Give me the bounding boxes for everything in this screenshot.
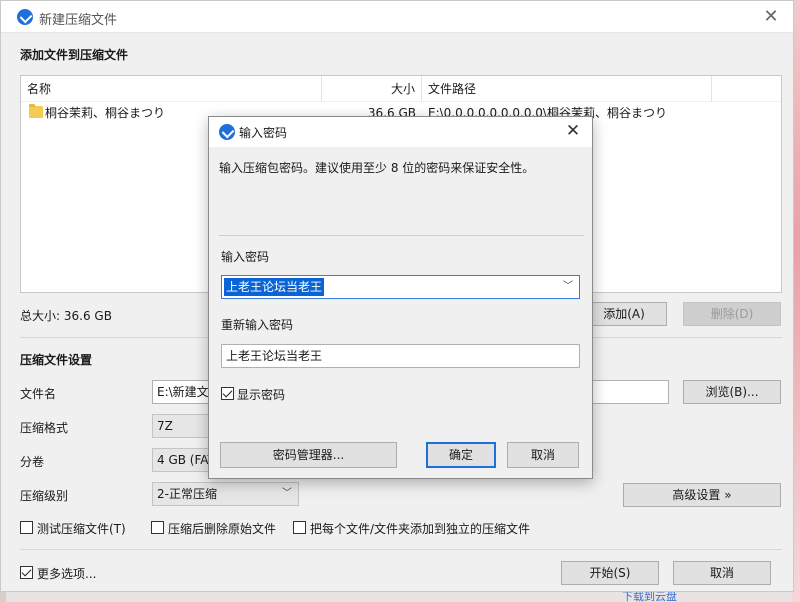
column-path[interactable]: 文件路径 — [422, 76, 712, 102]
add-button[interactable]: 添加(A) — [581, 302, 667, 326]
password-value: 上老王论坛当老王 — [224, 278, 325, 296]
add-files-heading: 添加文件到压缩文件 — [20, 48, 129, 62]
chevron-down-icon: ﹀ — [282, 488, 292, 499]
test-archive-label: 测试压缩文件(T) — [37, 522, 126, 536]
app-logo-icon — [219, 124, 235, 140]
split-label: 分卷 — [20, 455, 45, 469]
password-dialog: 输入密码 ✕ 输入压缩包密码。建议使用至少 8 位的密码来保证安全性。 输入密码… — [208, 116, 593, 479]
more-options-checkbox[interactable] — [20, 566, 33, 579]
dialog-cancel-button[interactable]: 取消 — [507, 442, 579, 468]
folder-icon — [29, 104, 43, 118]
separate-archives-label: 把每个文件/文件夹添加到独立的压缩文件 — [310, 522, 531, 536]
main-cancel-button[interactable]: 取消 — [673, 561, 771, 585]
show-password-label: 显示密码 — [237, 388, 286, 402]
dialog-titlebar: 输入密码 ✕ — [209, 117, 592, 147]
test-archive-checkbox[interactable] — [20, 521, 33, 534]
format-label: 压缩格式 — [20, 421, 69, 435]
file-name: 桐谷茉莉、桐谷まつり — [45, 106, 166, 120]
filename-label: 文件名 — [20, 387, 57, 401]
start-button[interactable]: 开始(S) — [561, 561, 659, 585]
format-select[interactable]: 7Z — [152, 414, 212, 438]
level-select[interactable]: 2-正常压缩 ﹀ — [152, 482, 299, 506]
confirm-password-label: 重新输入密码 — [221, 318, 294, 332]
column-size[interactable]: 大小 — [322, 76, 422, 102]
app-logo-icon — [17, 9, 33, 25]
ok-button[interactable]: 确定 — [426, 442, 496, 468]
browse-button[interactable]: 浏览(B)... — [683, 380, 781, 404]
more-options-label: 更多选项... — [37, 567, 97, 581]
show-password-checkbox[interactable] — [221, 387, 234, 400]
separate-archives-checkbox[interactable] — [293, 521, 306, 534]
dialog-title: 输入密码 — [239, 126, 288, 140]
password-manager-button[interactable]: 密码管理器... — [220, 442, 397, 468]
confirm-password-input[interactable]: 上老王论坛当老王 — [221, 344, 580, 368]
split-select[interactable]: 4 GB (FAT — [152, 448, 212, 472]
delete-after-checkbox[interactable] — [151, 521, 164, 534]
close-icon[interactable]: ✕ — [761, 7, 781, 27]
window-title: 新建压缩文件 — [39, 13, 118, 28]
password-input[interactable]: 上老王论坛当老王 ﹀ — [221, 275, 580, 299]
total-size: 总大小: 36.6 GB — [20, 309, 112, 323]
dialog-description: 输入压缩包密码。建议使用至少 8 位的密码来保证安全性。 — [219, 161, 535, 175]
settings-heading: 压缩文件设置 — [20, 353, 93, 367]
window-titlebar: 新建压缩文件 ✕ — [1, 1, 793, 33]
advanced-settings-button[interactable]: 高级设置 » — [623, 483, 781, 507]
column-name[interactable]: 名称 — [21, 76, 322, 102]
chevron-down-icon[interactable]: ﹀ — [563, 276, 573, 298]
password-label: 输入密码 — [221, 250, 270, 264]
divider — [20, 549, 782, 550]
level-value: 2-正常压缩 — [157, 487, 217, 501]
close-icon[interactable]: ✕ — [564, 121, 582, 141]
delete-after-label: 压缩后删除原始文件 — [168, 522, 277, 536]
file-list-header: 名称 大小 文件路径 — [21, 76, 781, 102]
divider — [219, 235, 584, 236]
level-label: 压缩级别 — [20, 489, 69, 503]
delete-button[interactable]: 删除(D) — [683, 302, 781, 326]
